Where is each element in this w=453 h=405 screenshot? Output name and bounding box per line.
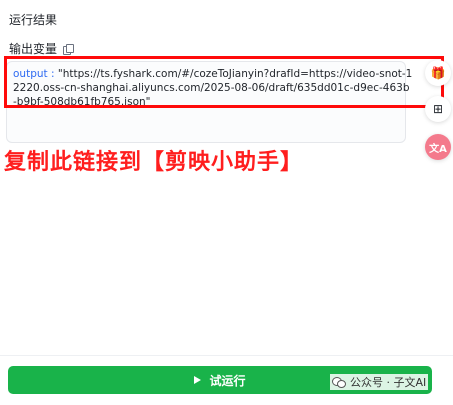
grid-glyph: ⊞ <box>432 102 444 116</box>
footer-divider <box>0 355 453 356</box>
wechat-icon <box>332 376 346 388</box>
translate-icon[interactable]: 文A <box>425 134 451 160</box>
gift-icon[interactable]: 🎁 <box>425 60 451 86</box>
highlight-frame <box>4 56 444 108</box>
run-result-panel: 运行结果 输出变量 output : "https://ts.fyshark.c… <box>0 0 453 405</box>
watermark: 公众号 · 子文AI <box>330 374 429 390</box>
grid-icon[interactable]: ⊞ <box>425 96 451 122</box>
play-icon <box>194 376 202 384</box>
annotation-note: 复制此链接到【剪映小助手】 <box>4 150 304 175</box>
watermark-text: 公众号 · 子文AI <box>350 376 427 389</box>
copy-icon[interactable] <box>63 43 75 55</box>
gift-glyph: 🎁 <box>430 66 446 80</box>
test-run-label: 试运行 <box>209 373 246 388</box>
output-variable-text: 输出变量 <box>9 42 58 56</box>
output-variable-label: 输出变量 <box>9 40 75 57</box>
translate-glyph: 文A <box>429 143 447 155</box>
section-title: 运行结果 <box>9 13 58 27</box>
